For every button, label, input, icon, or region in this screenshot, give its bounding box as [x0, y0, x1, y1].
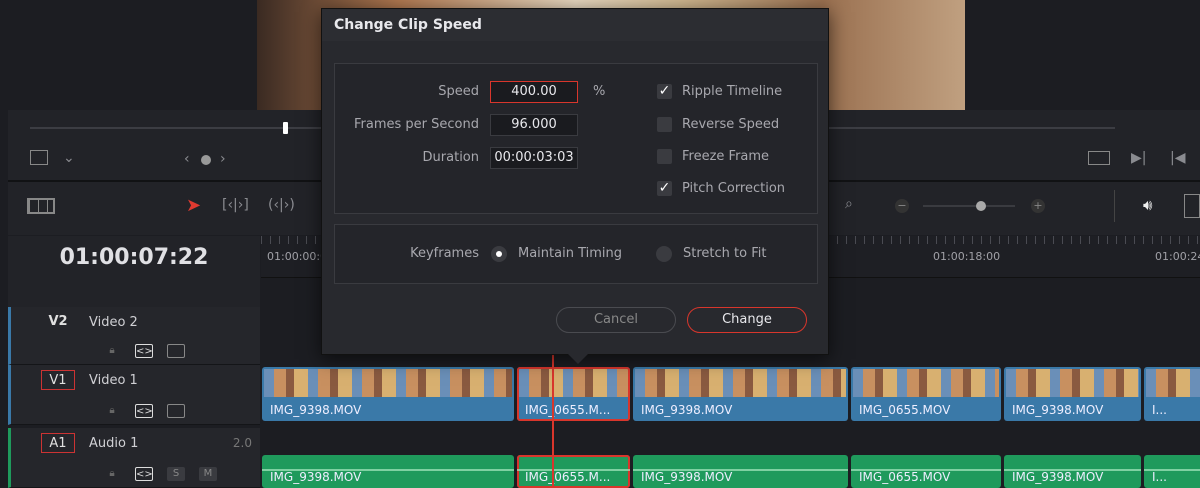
video-clip[interactable]: I...: [1144, 367, 1200, 421]
ripple-timeline-label: Ripple Timeline: [682, 84, 783, 99]
trim-tool-icon[interactable]: [‹|›]: [222, 197, 249, 213]
audio-clip[interactable]: IMG_0655.MOV: [851, 455, 1001, 488]
ruler-label: 01:00:18:00: [933, 250, 1001, 263]
keyframe-icon[interactable]: [201, 155, 211, 165]
speed-settings-group: Speed 400.00 % Frames per Second 96.000 …: [334, 63, 818, 214]
prev-frame-icon[interactable]: |◀: [1170, 150, 1185, 166]
track-id[interactable]: A1: [41, 433, 75, 453]
zoom-slider[interactable]: [923, 205, 1015, 207]
track-id[interactable]: V1: [41, 370, 75, 390]
duration-input[interactable]: 00:00:03:03: [490, 147, 578, 169]
audio-clip[interactable]: I...: [1144, 455, 1200, 488]
audio-clip-selected[interactable]: IMG_0655.M...: [517, 455, 630, 488]
fps-input[interactable]: 96.000: [490, 114, 578, 136]
pitch-correction-label: Pitch Correction: [682, 181, 786, 196]
track-id: V2: [48, 314, 68, 329]
chevron-down-icon[interactable]: ⌄: [63, 150, 75, 166]
solo-button[interactable]: S: [167, 467, 185, 481]
maintain-timing-radio[interactable]: [491, 246, 507, 262]
track-enable-icon[interactable]: [167, 404, 185, 418]
change-button[interactable]: Change: [687, 307, 807, 333]
fps-label: Frames per Second: [354, 117, 479, 132]
track-name: Audio 1: [89, 436, 139, 451]
clip-name: IMG_0655.M...: [525, 403, 611, 417]
prev-keyframe-icon[interactable]: ‹: [184, 151, 190, 167]
video-clip[interactable]: IMG_0655.MOV: [851, 367, 1001, 421]
reverse-speed-checkbox[interactable]: [657, 117, 672, 132]
zoom-slider-handle[interactable]: [976, 201, 986, 211]
scrubber-handle[interactable]: [283, 122, 288, 134]
track-name: Video 1: [89, 373, 138, 388]
dialog-title: Change Clip Speed: [322, 9, 828, 41]
keyframes-group: Keyframes Maintain Timing Stretch to Fit: [334, 224, 818, 284]
zoom-out-icon[interactable]: −: [895, 199, 909, 213]
video-clip-selected[interactable]: IMG_0655.M...: [517, 367, 630, 421]
audio-clip[interactable]: IMG_9398.MOV: [633, 455, 848, 488]
clip-name: I...: [1152, 470, 1167, 484]
track-header-a1[interactable]: A1 Audio 1 2.0 🔒︎ <> S M: [8, 428, 260, 488]
next-frame-icon[interactable]: ▶|: [1131, 150, 1146, 166]
track-header-v1[interactable]: V1 Video 1 🔒︎ <>: [8, 365, 260, 425]
clip-name: IMG_0655.MOV: [859, 403, 951, 417]
auto-select-icon[interactable]: <>: [135, 404, 153, 418]
timeline-playhead[interactable]: [552, 355, 554, 488]
clip-name: IMG_0655.M...: [525, 470, 611, 484]
meters-icon[interactable]: [1184, 194, 1200, 218]
video-clip[interactable]: IMG_9398.MOV: [1004, 367, 1141, 421]
clip-name: IMG_9398.MOV: [1012, 403, 1104, 417]
clip-name: IMG_9398.MOV: [641, 470, 733, 484]
lock-icon[interactable]: 🔒︎: [103, 344, 121, 358]
next-keyframe-icon[interactable]: ›: [220, 151, 226, 167]
loop-icon[interactable]: [1088, 151, 1110, 165]
selection-tool-icon[interactable]: ➤: [186, 195, 201, 216]
clip-name: IMG_9398.MOV: [270, 403, 362, 417]
zoom-ruler-icon[interactable]: ⌕: [845, 196, 853, 212]
clip-name: IMG_9398.MOV: [1012, 470, 1104, 484]
change-clip-speed-dialog: Change Clip Speed Speed 400.00 % Frames …: [321, 8, 829, 355]
speed-label: Speed: [438, 84, 479, 99]
lock-icon[interactable]: 🔒︎: [103, 404, 121, 418]
clip-name: IMG_9398.MOV: [270, 470, 362, 484]
track-enable-icon[interactable]: [167, 344, 185, 358]
auto-select-icon[interactable]: <>: [135, 467, 153, 481]
audio-clip[interactable]: IMG_9398.MOV: [262, 455, 514, 488]
blade-edit-icon[interactable]: (‹|›): [268, 197, 295, 213]
keyframes-label: Keyframes: [410, 246, 479, 261]
timeline-view-icon[interactable]: [27, 198, 55, 214]
duration-label: Duration: [422, 150, 479, 165]
auto-select-icon[interactable]: <>: [135, 344, 153, 358]
ruler-label: 01:00:00:0: [267, 250, 328, 263]
stretch-to-fit-label: Stretch to Fit: [683, 246, 767, 261]
audio-clip[interactable]: IMG_9398.MOV: [1004, 455, 1141, 488]
video-clip[interactable]: IMG_9398.MOV: [633, 367, 848, 421]
divider: [1114, 190, 1115, 222]
ruler-label: 01:00:24: [1155, 250, 1200, 263]
percent-label: %: [593, 84, 606, 99]
video-clip[interactable]: IMG_9398.MOV: [262, 367, 514, 421]
freeze-frame-checkbox[interactable]: [657, 149, 672, 164]
maintain-timing-label: Maintain Timing: [518, 246, 622, 261]
track-name: Video 2: [89, 315, 138, 330]
zoom-in-icon[interactable]: +: [1031, 199, 1045, 213]
ripple-timeline-checkbox[interactable]: ✓: [657, 84, 672, 99]
freeze-frame-label: Freeze Frame: [682, 149, 770, 164]
track-header-v2[interactable]: V2 Video 2 🔒︎ <>: [8, 307, 260, 365]
mute-button[interactable]: M: [199, 467, 217, 481]
cancel-button[interactable]: Cancel: [556, 307, 676, 333]
stretch-to-fit-radio[interactable]: [656, 246, 672, 262]
lock-icon[interactable]: 🔒︎: [103, 467, 121, 481]
reverse-speed-label: Reverse Speed: [682, 117, 780, 132]
clip-name: IMG_9398.MOV: [641, 403, 733, 417]
volume-icon[interactable]: 🔊︎: [1143, 196, 1152, 214]
channel-format: 2.0: [232, 436, 252, 450]
clip-name: I...: [1152, 403, 1167, 417]
pitch-correction-checkbox[interactable]: ✓: [657, 181, 672, 196]
dialog-pointer: [568, 354, 588, 364]
transform-icon[interactable]: [30, 150, 48, 165]
timecode-display: 01:00:07:22: [8, 236, 260, 278]
track-header-spacer: [8, 278, 260, 307]
clip-name: IMG_0655.MOV: [859, 470, 951, 484]
speed-input[interactable]: 400.00: [490, 81, 578, 103]
